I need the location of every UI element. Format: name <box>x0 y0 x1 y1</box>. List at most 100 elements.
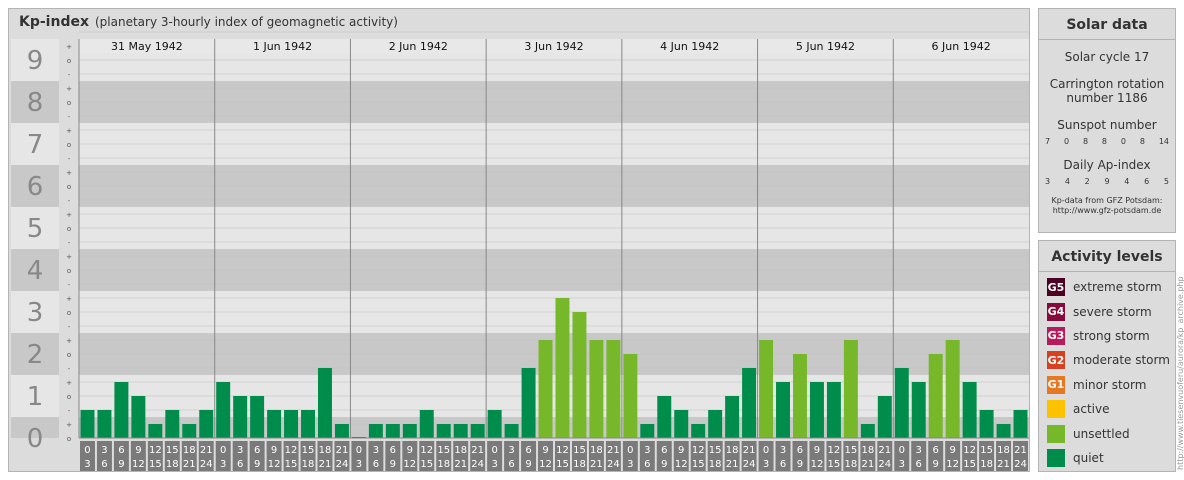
interval-end: 9 <box>525 459 531 470</box>
kp-bar <box>301 409 315 438</box>
kp-bar <box>809 382 824 438</box>
interval-start: 12 <box>420 445 433 456</box>
interval-start: 21 <box>200 445 213 456</box>
y-subtick-label: + <box>66 85 72 93</box>
legend-swatch: G5 <box>1047 278 1065 297</box>
kp-bar <box>402 424 417 438</box>
carrington-line-2: number 1186 <box>1066 91 1148 105</box>
kp-bar <box>894 367 909 438</box>
ap-value: 3 <box>1045 177 1051 186</box>
interval-end: 12 <box>946 459 959 470</box>
kp-bar <box>589 340 604 438</box>
interval-start: 9 <box>542 445 548 456</box>
legend-swatch <box>1047 400 1065 419</box>
interval-start: 12 <box>556 445 569 456</box>
day-label: 6 Jun 1942 <box>932 40 991 53</box>
interval-end: 12 <box>132 459 145 470</box>
legend-item: G5 extreme storm <box>1039 275 1175 299</box>
chart-title-main: Kp-index <box>19 14 89 30</box>
interval-end: 6 <box>237 459 243 470</box>
interval-start: 3 <box>373 445 379 456</box>
interval-end: 6 <box>916 459 922 470</box>
chart-title: Kp-index (planetary 3-hourly index of geo… <box>19 14 398 30</box>
kp-bar <box>504 424 519 438</box>
legend-item: active <box>1039 397 1175 421</box>
legend-label: active <box>1073 402 1110 417</box>
interval-end: 12 <box>268 459 281 470</box>
interval-start: 9 <box>271 445 277 456</box>
y-subtick-label: - <box>68 113 71 121</box>
interval-end: 24 <box>743 459 756 470</box>
interval-start: 12 <box>285 445 298 456</box>
y-subtick-label: + <box>66 43 72 51</box>
credit-line-1: Kp-data from GFZ Potsdam: <box>1051 196 1163 205</box>
interval-end: 24 <box>200 459 213 470</box>
watermark: http://www.tiesenvuoferu/aurora/kp_archi… <box>1176 276 1184 470</box>
y-tick-label: 1 <box>27 382 44 412</box>
y-subtick-label: + <box>66 379 72 387</box>
kp-bar <box>419 409 434 438</box>
credit-line-2: http://www.gfz-potsdam.de <box>1052 206 1162 215</box>
interval-end: 12 <box>675 459 688 470</box>
y-subtick-label: o <box>67 351 71 359</box>
kp-bar <box>216 382 231 438</box>
kp-bar <box>80 409 95 438</box>
interval-start: 15 <box>573 445 586 456</box>
legend-item: G2 moderate storm <box>1039 348 1175 372</box>
interval-start: 6 <box>933 445 939 456</box>
day-label: 3 Jun 1942 <box>524 40 583 53</box>
kp-bar <box>708 409 723 438</box>
interval-end: 24 <box>1014 459 1027 470</box>
interval-start: 3 <box>237 445 243 456</box>
kp-bar <box>860 424 875 438</box>
interval-start: 12 <box>828 445 841 456</box>
kp-bar <box>623 354 638 438</box>
interval-start: 3 <box>508 445 514 456</box>
y-subtick-label: + <box>66 253 72 261</box>
interval-start: 0 <box>84 445 90 456</box>
interval-start: 15 <box>166 445 179 456</box>
y-subtick-label: - <box>68 281 71 289</box>
interval-start: 21 <box>878 445 891 456</box>
y-subtick-label: o <box>67 393 71 401</box>
ap-values: 3 4 2 9 4 6 5 <box>1039 177 1175 186</box>
kp-bar <box>759 340 774 438</box>
interval-end: 3 <box>356 459 362 470</box>
day-label: 1 Jun 1942 <box>253 40 312 53</box>
ap-value: 2 <box>1084 177 1090 186</box>
y-subtick-label: o <box>67 57 71 65</box>
interval-start: 21 <box>471 445 484 456</box>
interval-end: 15 <box>420 459 433 470</box>
legend-label: minor storm <box>1073 377 1147 392</box>
interval-end: 24 <box>336 459 349 470</box>
sunspot-value: 8 <box>1101 137 1107 146</box>
kp-index-panel: 0 1 2 3 4 5 6 7 8 9 o + - o + - o + - o + - o + - o + - o + - o + - o + - o +3… <box>8 8 1030 472</box>
interval-start: 0 <box>899 445 905 456</box>
interval-end: 12 <box>539 459 552 470</box>
interval-start: 18 <box>997 445 1010 456</box>
kp-bar <box>521 367 536 438</box>
ap-title: Daily Ap-index <box>1063 158 1151 172</box>
interval-end: 6 <box>644 459 650 470</box>
interval-start: 15 <box>302 445 315 456</box>
interval-start: 3 <box>916 445 922 456</box>
interval-end: 6 <box>780 459 786 470</box>
interval-start: 21 <box>336 445 349 456</box>
interval-start: 6 <box>797 445 803 456</box>
interval-start: 18 <box>319 445 332 456</box>
legend-swatch <box>1047 424 1065 443</box>
legend-label: strong storm <box>1073 328 1150 343</box>
interval-end: 3 <box>763 459 769 470</box>
interval-end: 3 <box>627 459 633 470</box>
y-subtick-label: o <box>67 183 71 191</box>
interval-end: 18 <box>709 459 722 470</box>
interval-start: 12 <box>692 445 705 456</box>
legend-label: extreme storm <box>1073 280 1162 295</box>
interval-end: 18 <box>437 459 450 470</box>
interval-end: 3 <box>899 459 905 470</box>
kp-bar <box>572 312 587 438</box>
interval-end: 15 <box>285 459 298 470</box>
kp-bar <box>742 367 757 438</box>
interval-start: 12 <box>149 445 162 456</box>
day-label: 4 Jun 1942 <box>660 40 719 53</box>
